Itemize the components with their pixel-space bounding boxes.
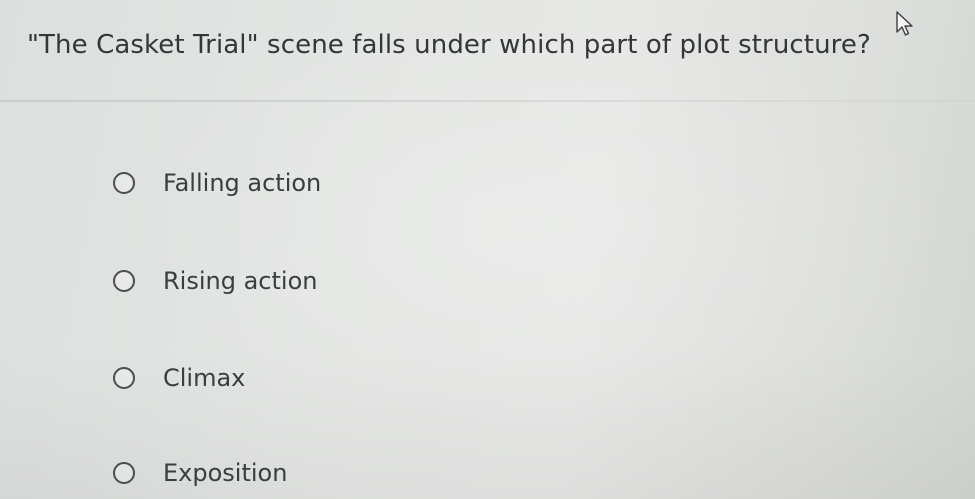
radio-button[interactable] — [113, 462, 135, 484]
option-label: Falling action — [163, 169, 322, 197]
option-label: Climax — [163, 364, 246, 392]
divider — [0, 100, 975, 102]
option-exposition[interactable]: Exposition — [113, 453, 287, 493]
question-text: "The Casket Trial" scene falls under whi… — [27, 30, 871, 60]
background-shading — [0, 0, 975, 499]
option-falling-action[interactable]: Falling action — [113, 163, 321, 203]
option-rising-action[interactable]: Rising action — [113, 261, 317, 301]
radio-button[interactable] — [113, 270, 135, 292]
radio-button[interactable] — [113, 367, 135, 389]
option-climax[interactable]: Climax — [113, 358, 245, 398]
option-label: Exposition — [163, 459, 288, 487]
radio-button[interactable] — [113, 172, 135, 194]
mouse-pointer-icon — [896, 11, 913, 36]
option-label: Rising action — [163, 267, 318, 295]
